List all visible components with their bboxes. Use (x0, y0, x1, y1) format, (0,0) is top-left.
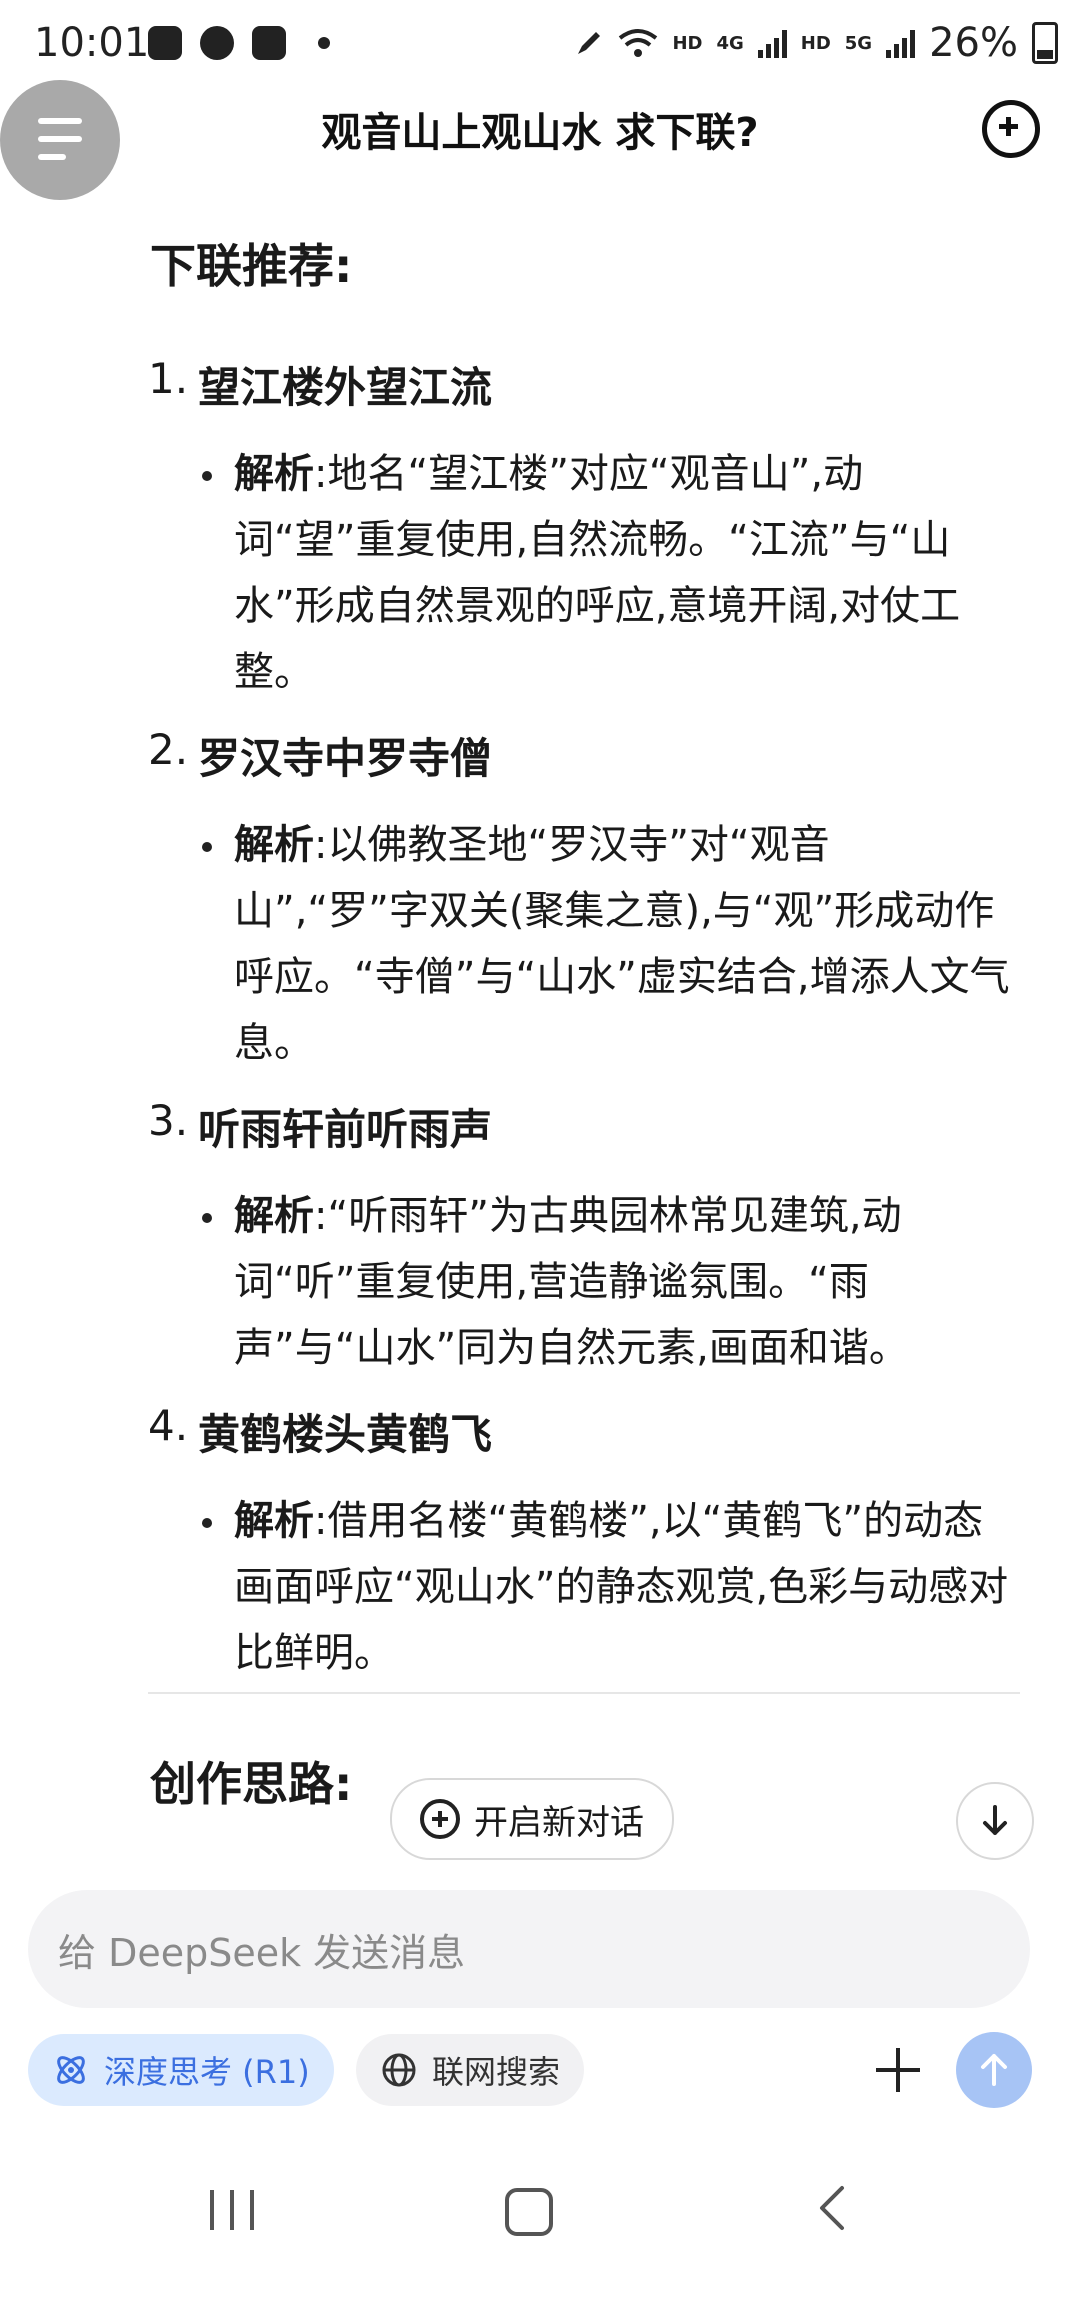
recent-apps-button[interactable] (210, 2190, 254, 2230)
app-icon (200, 26, 234, 60)
status-time: 10:01 (34, 20, 150, 66)
signal-icon-2 (886, 28, 916, 58)
home-button[interactable] (505, 2188, 553, 2236)
atom-icon (57, 2056, 85, 2084)
attach-plus-button[interactable] (868, 2040, 928, 2100)
network-hd-1: HD (672, 32, 703, 54)
section-heading: 下联推荐: (150, 239, 353, 293)
deep-think-toggle[interactable]: 深度思考 (R1) (28, 2034, 334, 2106)
message-content: 下联推荐: 1. 望江楼外望江流 解析:地名“望江楼”对应“观音山”,动词“望”… (148, 230, 1010, 1706)
network-5g: 5G (844, 32, 873, 54)
list-item-title: 1. 望江楼外望江流 (148, 354, 493, 412)
send-button[interactable] (956, 2032, 1032, 2108)
arrow-up-icon (981, 2054, 1007, 2086)
list-item-title: 4. 黄鹤楼头黄鹤飞 (148, 1401, 493, 1459)
web-search-toggle[interactable]: 联网搜索 (356, 2034, 585, 2106)
gallery-icon (148, 26, 182, 60)
battery-icon (1032, 22, 1058, 64)
list-item-title: 3. 听雨轩前听雨声 (148, 1096, 493, 1154)
page-title: 观音山上观山水 求下联? (321, 110, 759, 156)
scroll-down-button[interactable] (956, 1782, 1034, 1860)
wifi-icon (619, 29, 658, 57)
message-input[interactable]: 给 DeepSeek 发送消息 (28, 1890, 1030, 2008)
globe-icon (382, 2053, 416, 2087)
shopping-bag-icon (252, 26, 286, 60)
divider (148, 1692, 1020, 1694)
chat-plus-icon (420, 1799, 460, 1839)
status-notification-icons (148, 26, 330, 60)
more-notifications-dot (318, 37, 330, 49)
new-chat-button[interactable]: 开启新对话 (390, 1778, 674, 1860)
new-chat-label: 开启新对话 (474, 1802, 644, 1843)
pen-icon (578, 32, 601, 54)
section-heading-2: 创作思路: (150, 1757, 353, 1811)
message-input-placeholder: 给 DeepSeek 发送消息 (58, 1930, 466, 1975)
new-chat-icon[interactable] (982, 100, 1040, 158)
list-item-analysis: 解析:借用名楼“黄鹤楼”,以“黄鹤飞”的动态画面呼应“观山水”的静态观赏,色彩与… (150, 1488, 1010, 1686)
list-item-analysis: 解析:以佛教圣地“罗汉寺”对“观音山”,“罗”字双关(聚集之意),与“观”形成动… (150, 812, 1010, 1076)
network-hd-2: HD (800, 32, 831, 54)
deep-think-label: 深度思考 (R1) (104, 2053, 310, 2091)
list-item-analysis: 解析:地名“望江楼”对应“观音山”,动词“望”重复使用,自然流畅。“江流”与“山… (150, 441, 1010, 705)
network-4g: 4G (716, 32, 744, 54)
battery-percent: 26% (929, 20, 1018, 66)
arrow-down-icon (983, 1805, 1007, 1835)
status-bar: 10:01 HD 4G HD 5G 26% (0, 0, 1080, 92)
list-item-title: 2. 罗汉寺中罗寺僧 (148, 725, 493, 783)
signal-icon (757, 28, 787, 58)
web-search-label: 联网搜索 (432, 2053, 561, 2091)
status-right: HD 4G HD 5G 26% (574, 20, 1058, 66)
system-nav-bar (0, 2160, 1080, 2316)
list-item-analysis: 解析:“听雨轩”为古典园林常见建筑,动词“听”重复使用,营造静谧氛围。“雨声”与… (150, 1183, 1010, 1381)
back-button[interactable] (812, 2184, 852, 2232)
